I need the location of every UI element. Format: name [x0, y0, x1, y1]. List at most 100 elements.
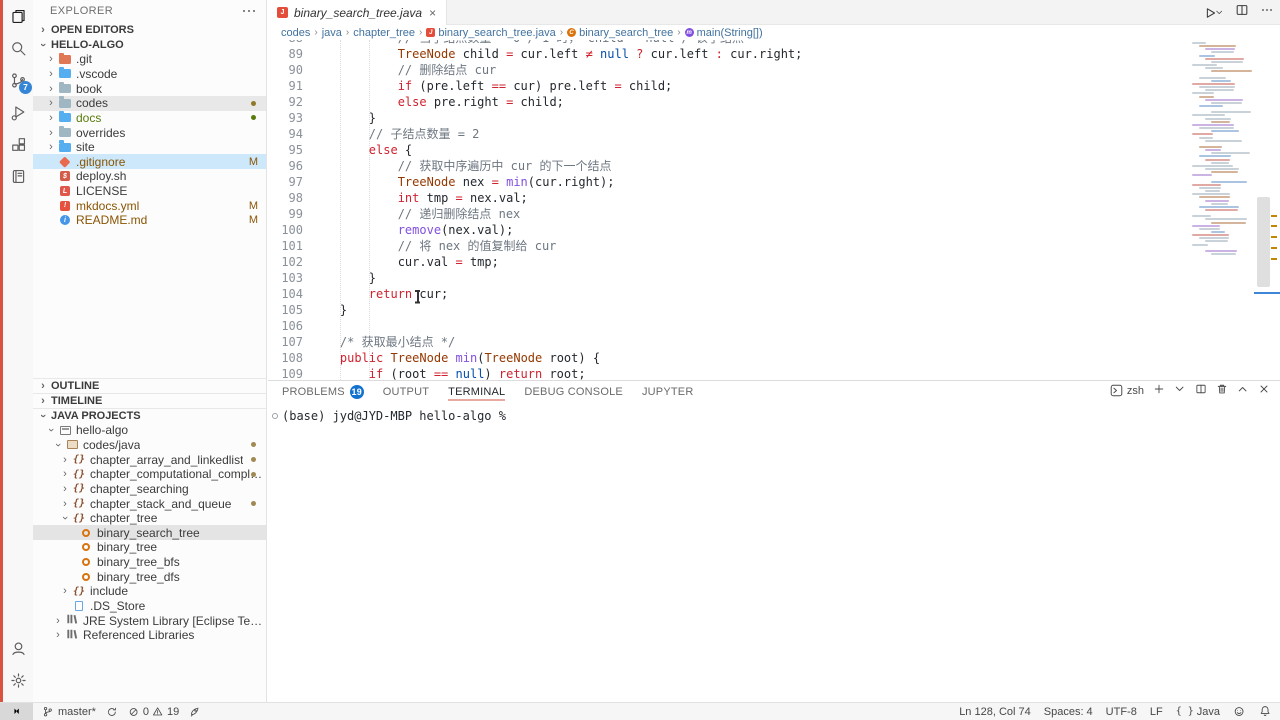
chevron-icon[interactable]: ›	[45, 53, 57, 65]
tree-item-docs[interactable]: ›docs	[33, 111, 266, 126]
more-actions-icon[interactable]	[240, 7, 259, 16]
remote-indicator[interactable]	[0, 703, 33, 720]
java-projects-section[interactable]: › JAVA PROJECTS	[33, 408, 266, 423]
chevron-icon[interactable]: ›	[45, 141, 57, 153]
tree-item-chapter_tree[interactable]: ›{}chapter_tree	[33, 511, 266, 526]
eol-indicator[interactable]: LF	[1150, 706, 1163, 718]
chevron-icon[interactable]: ›	[45, 127, 57, 139]
close-icon[interactable]: ×	[428, 6, 437, 20]
kill-terminal-button[interactable]	[1216, 383, 1228, 398]
notifications-bell-button[interactable]	[1259, 705, 1272, 718]
problems-indicator[interactable]: 019	[128, 706, 179, 718]
activity-bar-item-explorer[interactable]	[3, 0, 33, 32]
tree-item-site[interactable]: ›site	[33, 140, 266, 155]
workspace-root-section[interactable]: › HELLO-ALGO	[33, 37, 266, 52]
activity-bar-item-settings[interactable]	[3, 664, 33, 696]
code-line-108[interactable]: 108 public TreeNode min(TreeNode root) {	[268, 350, 1190, 366]
tree-item-hello-algo[interactable]: ›hello-algo	[33, 423, 266, 438]
tree-item-chapter_searching[interactable]: ›{}chapter_searching	[33, 482, 266, 497]
activity-bar-item-search[interactable]	[3, 32, 33, 64]
chevron-icon[interactable]: ›	[59, 512, 71, 524]
language-indicator[interactable]: { }Java	[1176, 706, 1220, 718]
code-line-100[interactable]: 100 remove(nex.val);	[268, 222, 1190, 238]
panel-tab-debug-console[interactable]: DEBUG CONSOLE	[524, 381, 623, 402]
tree-item-readme.md[interactable]: iREADME.mdM	[33, 213, 266, 228]
tree-item-binary_tree_dfs[interactable]: binary_tree_dfs	[33, 569, 266, 584]
tree-item-codes-java[interactable]: ›codes/java	[33, 438, 266, 453]
activity-bar-item-account[interactable]	[3, 632, 33, 664]
maximize-panel-button[interactable]	[1237, 383, 1249, 398]
panel-tab-problems[interactable]: PROBLEMS19	[282, 381, 364, 402]
activity-bar-item-source-control[interactable]: 7	[3, 64, 33, 96]
code-line-93[interactable]: 93 }	[268, 110, 1190, 126]
tree-item-jre-system-library--eclipse-temurin-17--17...[interactable]: ›JRE System Library [Eclipse Temurin 17 …	[33, 613, 266, 628]
rocket-button[interactable]	[189, 706, 201, 718]
panel-tab-terminal[interactable]: TERMINAL	[448, 381, 505, 402]
code-line-106[interactable]: 106	[268, 318, 1190, 334]
open-editors-section[interactable]: › OPEN EDITORS	[33, 22, 266, 37]
tree-item-book[interactable]: ›book	[33, 81, 266, 96]
code-line-107[interactable]: 107 /* 获取最小结点 */	[268, 334, 1190, 350]
indentation-indicator[interactable]: Spaces: 4	[1044, 706, 1093, 718]
chevron-icon[interactable]: ›	[45, 68, 57, 80]
tree-item-referenced-libraries[interactable]: ›Referenced Libraries	[33, 628, 266, 643]
breadcrumb-item[interactable]: chapter_tree	[353, 27, 415, 39]
tree-item-binary_search_tree[interactable]: binary_search_tree	[33, 525, 266, 540]
chevron-icon[interactable]: ›	[59, 483, 71, 495]
activity-bar-item-extensions[interactable]	[3, 128, 33, 160]
tree-item-deploy.sh[interactable]: $deploy.sh	[33, 169, 266, 184]
more-actions-button[interactable]	[1260, 3, 1274, 22]
tree-item-binary_tree_bfs[interactable]: binary_tree_bfs	[33, 555, 266, 570]
panel-tab-output[interactable]: OUTPUT	[383, 381, 429, 402]
code-line-98[interactable]: 98 int tmp = nex.val;	[268, 190, 1190, 206]
tree-item-overrides[interactable]: ›overrides	[33, 125, 266, 140]
scrollbar[interactable]	[1254, 40, 1280, 380]
code-line-99[interactable]: 99 // 递归删除结点 nex	[268, 206, 1190, 222]
new-terminal-button[interactable]	[1153, 383, 1165, 398]
run-button[interactable]	[1203, 6, 1224, 20]
sync-button[interactable]	[106, 706, 118, 718]
tree-item-.vscode[interactable]: ›.vscode	[33, 67, 266, 82]
tree-item-.gitignore[interactable]: .gitignoreM	[33, 154, 266, 169]
code-line-89[interactable]: 89 TreeNode child = cur.left ≠ null ? cu…	[268, 46, 1190, 62]
breadcrumb-item[interactable]: Jbinary_search_tree.java	[426, 27, 555, 39]
panel-tab-jupyter[interactable]: JUPYTER	[642, 381, 694, 402]
tree-item-license[interactable]: LLICENSE	[33, 184, 266, 199]
tree-item-chapter_stack_and_queue[interactable]: ›{}chapter_stack_and_queue	[33, 496, 266, 511]
chevron-icon[interactable]: ›	[52, 439, 64, 451]
chevron-icon[interactable]: ›	[52, 629, 64, 641]
breadcrumb-item[interactable]: Cbinary_search_tree	[567, 27, 673, 39]
tree-item-binary_tree[interactable]: binary_tree	[33, 540, 266, 555]
minimap[interactable]	[1192, 40, 1254, 380]
close-panel-button[interactable]	[1258, 383, 1270, 398]
activity-bar-item-run-and-debug[interactable]	[3, 96, 33, 128]
chevron-icon[interactable]: ›	[59, 468, 71, 480]
tree-item-include[interactable]: ›{}include	[33, 584, 266, 599]
branch-indicator[interactable]: master*	[43, 706, 96, 718]
code-line-105[interactable]: 105 }	[268, 302, 1190, 318]
timeline-section[interactable]: › TIMELINE	[33, 393, 266, 408]
code-line-97[interactable]: 97 TreeNode nex = min(cur.right);	[268, 174, 1190, 190]
tree-item-codes[interactable]: ›codes	[33, 96, 266, 111]
terminal-output[interactable]: (base) jyd@JYD-MBP hello-algo %	[282, 409, 1270, 423]
code-line-90[interactable]: 90 // 删除结点 cur	[268, 62, 1190, 78]
code-line-102[interactable]: 102 cur.val = tmp;	[268, 254, 1190, 270]
split-terminal-button[interactable]	[1195, 383, 1207, 398]
line-col-indicator[interactable]: Ln 128, Col 74	[959, 706, 1031, 718]
chevron-icon[interactable]: ›	[45, 112, 57, 124]
tree-item-.git[interactable]: ›.git	[33, 52, 266, 67]
tree-item-.ds_store[interactable]: .DS_Store	[33, 599, 266, 614]
tab-binary-search-tree[interactable]: J binary_search_tree.java ×	[268, 0, 447, 25]
code-line-91[interactable]: 91 if (pre.left == cur) pre.left = child…	[268, 78, 1190, 94]
code-line-92[interactable]: 92 else pre.right = child;	[268, 94, 1190, 110]
feedback-button[interactable]	[1233, 705, 1246, 718]
outline-section[interactable]: › OUTLINE	[33, 378, 266, 393]
split-editor-button[interactable]	[1235, 3, 1249, 22]
encoding-indicator[interactable]: UTF-8	[1106, 706, 1137, 718]
scrollbar-thumb[interactable]	[1257, 197, 1270, 287]
chevron-icon[interactable]: ›	[59, 585, 71, 597]
shell-selector[interactable]: zsh	[1110, 384, 1144, 397]
code-line-94[interactable]: 94 // 子结点数量 = 2	[268, 126, 1190, 142]
chevron-icon[interactable]: ›	[45, 97, 57, 109]
chevron-icon[interactable]: ›	[59, 498, 71, 510]
